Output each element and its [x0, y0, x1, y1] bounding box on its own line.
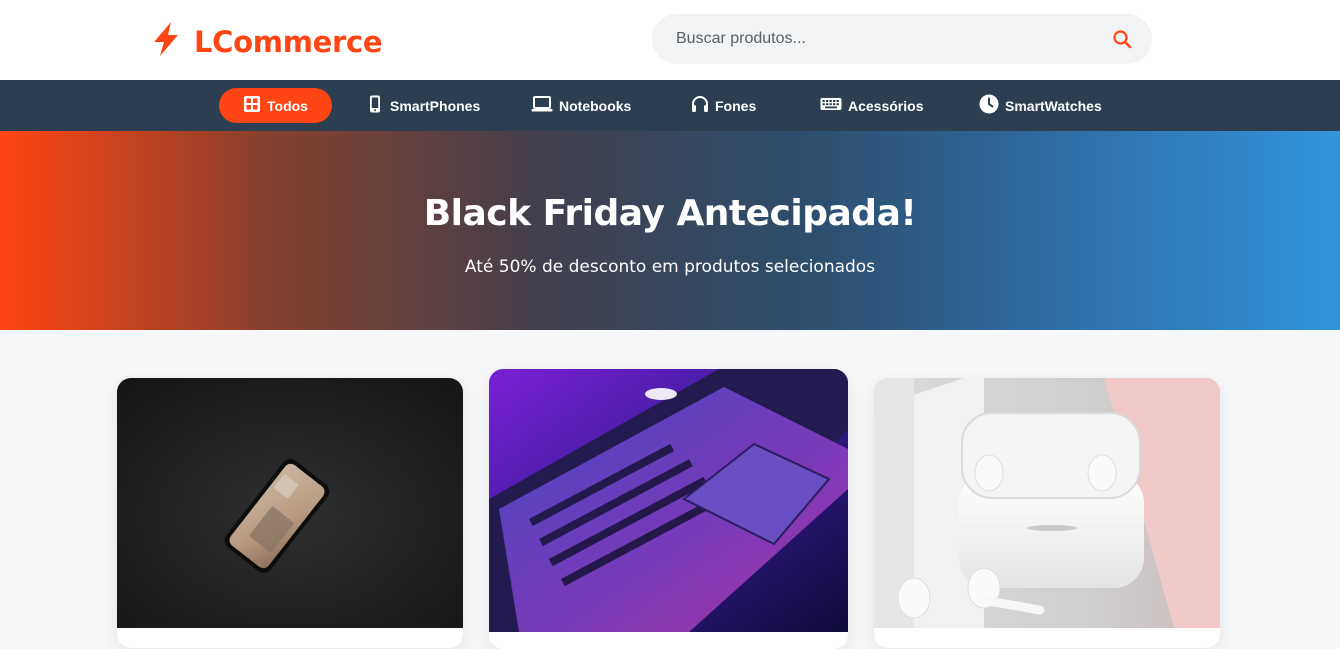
search-icon[interactable]	[1112, 29, 1132, 49]
site-header: LCommerce	[0, 0, 1340, 80]
nav-item-label: Fones	[715, 97, 757, 114]
nav-item-label: SmartWatches	[1005, 97, 1102, 114]
product-card-earbuds[interactable]	[874, 378, 1220, 648]
banner-subtitle: Até 50% de desconto em produtos selecion…	[464, 257, 876, 277]
nav-item-label: Notebooks	[559, 97, 632, 114]
nav-item-label: Acessórios	[848, 97, 924, 114]
promo-banner: Black Friday Antecipada! Até 50% de desc…	[0, 131, 1340, 330]
nav-item-acessorios[interactable]: Acessórios	[820, 88, 923, 123]
product-card-laptop[interactable]	[489, 369, 848, 649]
nav-item-notebooks[interactable]: Notebooks	[531, 88, 631, 123]
laptop-image	[489, 369, 848, 632]
clock-icon	[979, 94, 1005, 117]
nav-item-smartphones[interactable]: SmartPhones	[366, 88, 480, 123]
nav-item-fones[interactable]: Fones	[691, 88, 756, 123]
laptop-icon	[531, 95, 559, 116]
grid-icon	[243, 95, 267, 116]
logo-text: LCommerce	[194, 24, 383, 59]
search-bar	[652, 14, 1152, 64]
phone-icon	[366, 95, 390, 116]
search-input[interactable]	[676, 14, 1096, 64]
headphones-icon	[691, 95, 715, 116]
smartphone-image	[117, 378, 463, 628]
lightning-bolt-icon	[150, 21, 182, 62]
nav-item-todos[interactable]: Todos	[219, 88, 332, 123]
earbuds-image	[874, 378, 1220, 628]
nav-item-label: Todos	[267, 97, 308, 114]
nav-item-smartwatches[interactable]: SmartWatches	[979, 88, 1102, 123]
nav-item-label: SmartPhones	[390, 97, 481, 114]
category-nav: Todos SmartPhones Notebooks Fones Acessó…	[0, 80, 1340, 131]
product-card-smartphone[interactable]	[117, 378, 463, 648]
logo[interactable]: LCommerce	[150, 21, 383, 62]
banner-title: Black Friday Antecipada!	[423, 193, 917, 234]
keyboard-icon	[820, 95, 848, 116]
